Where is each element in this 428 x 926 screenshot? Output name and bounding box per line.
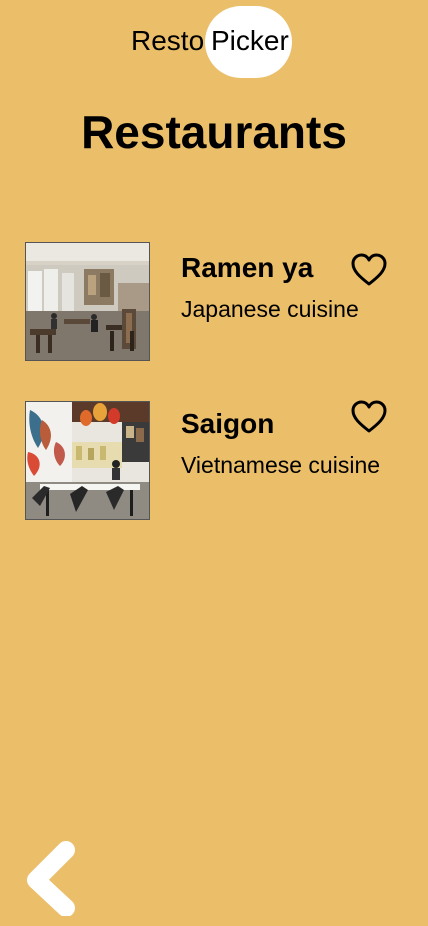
restaurant-photo <box>25 401 150 520</box>
restaurant-name: Ramen ya <box>181 252 314 283</box>
restaurant-cuisine: Japanese cuisine <box>181 296 359 322</box>
heart-outline-icon[interactable] <box>350 399 388 435</box>
app-logo: Resto Picker <box>0 6 428 78</box>
restaurant-card-ramen-ya[interactable]: Ramen ya Japanese cuisine <box>25 242 415 362</box>
chevron-left-icon[interactable] <box>22 840 82 916</box>
logo-text-resto: Resto <box>131 25 205 56</box>
heart-outline-icon[interactable] <box>350 252 388 288</box>
restaurant-name: Saigon <box>181 408 275 439</box>
restaurant-cuisine: Vietnamese cuisine <box>181 452 381 478</box>
restaurant-card-saigon[interactable]: Saigon Vietnamese cuisine <box>25 399 415 521</box>
restaurant-photo <box>25 242 150 361</box>
logo-text-picker: Picker <box>211 25 289 56</box>
page-title: Restaurants <box>81 106 347 158</box>
